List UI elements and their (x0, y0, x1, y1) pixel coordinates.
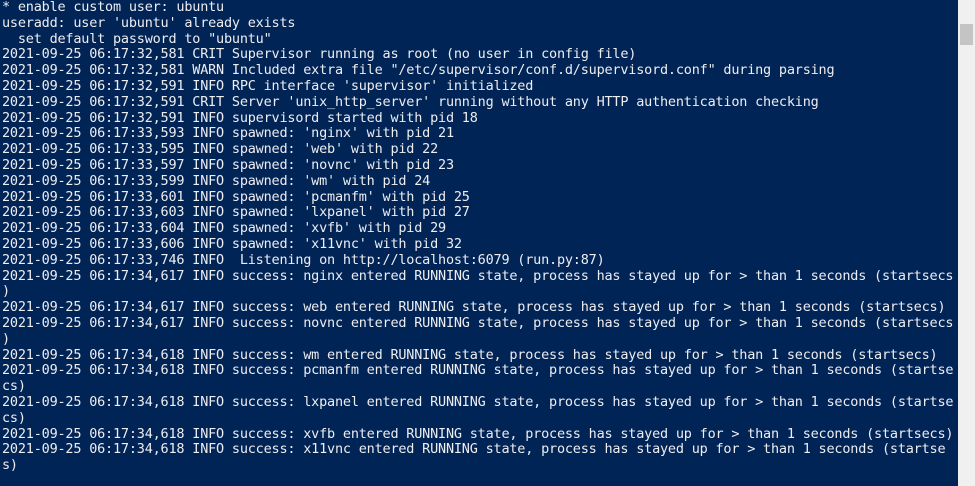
console-line: s) (2, 458, 18, 474)
console-line: 2021-09-25 06:17:33,599 INFO spawned: 'w… (2, 173, 431, 189)
console-line: 2021-09-25 06:17:33,606 INFO spawned: 'x… (2, 236, 462, 252)
console-line: 2021-09-25 06:17:34,618 INFO success: wm… (2, 347, 938, 363)
console-line: cs) (2, 410, 26, 426)
console-line: 2021-09-25 06:17:34,617 INFO success: no… (2, 315, 954, 331)
console-line: 2021-09-25 06:17:34,618 INFO success: x1… (2, 442, 946, 458)
console-line: 2021-09-25 06:17:32,581 CRIT Supervisor … (2, 47, 637, 63)
console-line: 2021-09-25 06:17:32,591 INFO RPC interfa… (2, 78, 534, 94)
console-line: 2021-09-25 06:17:34,617 INFO success: we… (2, 300, 946, 316)
console-window[interactable]: * enable custom user: ubuntu useradd: us… (0, 0, 975, 486)
console-line: 2021-09-25 06:17:33,595 INFO spawned: 'w… (2, 142, 439, 158)
console-line: ) (2, 284, 10, 300)
console-line: set default password to "ubuntu" (2, 31, 272, 47)
console-line: 2021-09-25 06:17:32,591 INFO supervisord… (2, 110, 478, 126)
console-line: 2021-09-25 06:17:34,617 INFO success: ng… (2, 268, 954, 284)
console-line: useradd: user 'ubuntu' already exists (2, 15, 296, 31)
scrollbar-thumb[interactable] (960, 24, 973, 45)
console-line: 2021-09-25 06:17:32,591 CRIT Server 'uni… (2, 94, 819, 110)
console-line: cs) (2, 379, 26, 395)
console-line: 2021-09-25 06:17:33,593 INFO spawned: 'n… (2, 126, 454, 142)
console-line: 2021-09-25 06:17:33,603 INFO spawned: 'l… (2, 205, 470, 221)
console-line: 2021-09-25 06:17:34,618 INFO success: lx… (2, 394, 954, 410)
vertical-scrollbar[interactable] (958, 0, 975, 486)
console-line: ) (2, 331, 10, 347)
console-line: * enable custom user: ubuntu (2, 0, 224, 15)
console-line: 2021-09-25 06:17:33,604 INFO spawned: 'x… (2, 221, 446, 237)
console-line: 2021-09-25 06:17:32,581 WARN Included ex… (2, 63, 835, 79)
console-output: * enable custom user: ubuntu useradd: us… (2, 0, 960, 474)
console-line: 2021-09-25 06:17:34,618 INFO success: pc… (2, 363, 954, 379)
console-line: 2021-09-25 06:17:33,597 INFO spawned: 'n… (2, 157, 454, 173)
console-line: 2021-09-25 06:17:33,746 INFO Listening o… (2, 252, 605, 268)
console-line: 2021-09-25 06:17:33,601 INFO spawned: 'p… (2, 189, 470, 205)
console-line: 2021-09-25 06:17:34,618 INFO success: xv… (2, 426, 954, 442)
